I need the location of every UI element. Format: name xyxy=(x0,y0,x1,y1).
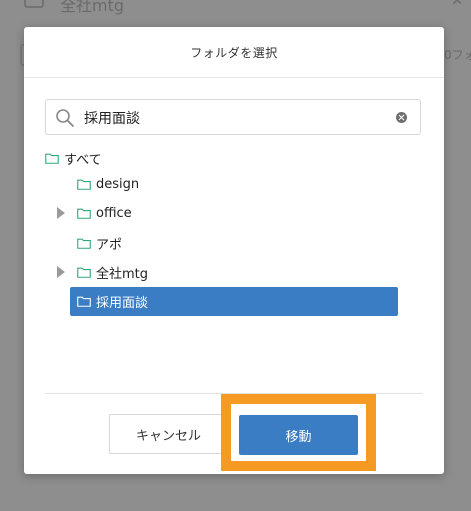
highlight-frame xyxy=(221,394,376,471)
tree-item-label: アポ xyxy=(96,237,123,253)
close-icon: ✕ xyxy=(451,0,463,9)
tree-item-apo[interactable]: アポ xyxy=(77,231,122,255)
clear-search-icon[interactable] xyxy=(396,112,407,123)
folder-icon xyxy=(77,296,91,307)
cancel-button[interactable]: キャンセル xyxy=(109,414,228,454)
background-title: 全社mtg xyxy=(60,0,125,15)
tree-item-design[interactable]: design xyxy=(77,172,139,196)
folder-icon xyxy=(45,153,59,164)
folder-icon xyxy=(77,179,91,190)
tree-item-zensha-mtg[interactable]: 全社mtg xyxy=(77,260,148,284)
folder-icon xyxy=(77,267,91,278)
background-count-text: 0フォ xyxy=(444,48,471,62)
tree-item-root[interactable]: すべて xyxy=(45,146,102,170)
search-icon xyxy=(56,109,74,127)
expand-arrow-icon[interactable] xyxy=(57,207,65,219)
dialog-header: フォルダを選択 xyxy=(24,27,444,78)
dialog-title: フォルダを選択 xyxy=(190,45,278,60)
background-row: 全社mtg ✕ xyxy=(0,0,471,15)
search-box xyxy=(45,99,421,135)
tree-item-label: 採用面談 xyxy=(96,296,149,311)
folder-icon xyxy=(77,238,91,249)
tree-item-saiyou-mendan[interactable]: 採用面談 xyxy=(70,287,398,316)
search-input[interactable] xyxy=(84,107,384,129)
tree-item-label: office xyxy=(96,205,132,221)
tree-item-label: design xyxy=(96,176,140,192)
background-checkbox xyxy=(24,0,44,8)
tree-item-label: 全社mtg xyxy=(96,266,149,282)
expand-arrow-icon[interactable] xyxy=(57,266,65,278)
tree-item-label: すべて xyxy=(64,152,102,168)
tree-item-office[interactable]: office xyxy=(77,201,132,225)
folder-icon xyxy=(77,208,91,219)
